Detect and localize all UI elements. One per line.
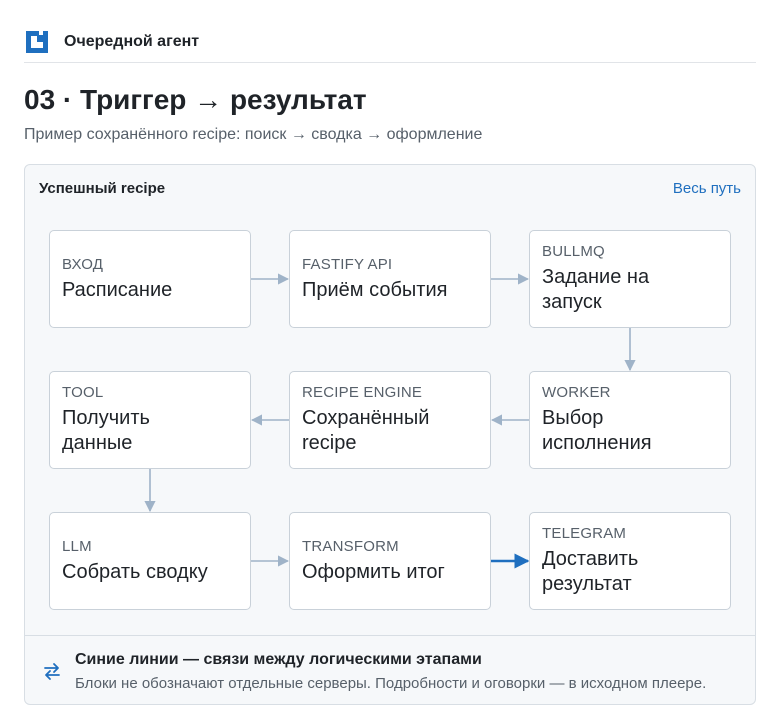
node-bullmq: BULLMQ Задание на запуск — [529, 230, 731, 328]
node-worker: WORKER Выбор исполнения — [529, 371, 731, 469]
node-kicker: FASTIFY API — [302, 255, 393, 273]
node-kicker: ВХОД — [62, 255, 104, 273]
legend-text: Блоки не обозначают отдельные серверы. П… — [75, 675, 707, 692]
node-label: Задание на запуск — [542, 266, 650, 313]
node-label: Расписание — [62, 278, 173, 301]
node-label: Приём события — [302, 278, 448, 301]
node-kicker: TELEGRAM — [542, 525, 627, 542]
panel-title: Успешный recipe — [39, 180, 166, 197]
node-transform: TRANSFORM Оформить итог — [289, 512, 491, 610]
node-fastify: FASTIFY API Приём события — [289, 230, 491, 328]
node-kicker: TOOL — [62, 384, 104, 401]
app-header: Очередной агент — [24, 29, 756, 63]
swap-arrows-icon — [44, 663, 60, 680]
page-title: 03 · Триггер → результат — [24, 84, 367, 115]
node-label: Получить данные — [62, 407, 150, 454]
node-kicker: LLM — [62, 537, 92, 555]
node-label: Собрать сводку — [62, 560, 208, 583]
node-input: ВХОД Расписание — [49, 230, 251, 328]
flow-panel: Успешный recipe Весь путь ВХОД Расписание… — [24, 164, 756, 705]
node-kicker: BULLMQ — [542, 243, 605, 260]
legend-title: Синие линии — связи между логическими эт… — [75, 651, 482, 668]
node-recipe: RECIPE ENGINE Сохранённый recipe — [289, 371, 491, 469]
app-title: Очередной агент — [64, 33, 200, 50]
full-path-link[interactable]: Весь путь — [673, 180, 741, 197]
node-label: Сохранённый recipe — [302, 407, 430, 454]
node-kicker: WORKER — [542, 384, 611, 401]
page-subtitle: Пример сохранённого recipe: поиск → свод… — [24, 126, 483, 143]
node-kicker: TRANSFORM — [302, 537, 399, 555]
node-tool: TOOL Получить данные — [49, 371, 251, 469]
node-telegram: TELEGRAM Доставить результат — [529, 512, 731, 610]
brand-logo-icon — [26, 31, 48, 53]
node-label: Доставить результат — [542, 548, 639, 595]
node-label: Выбор исполнения — [542, 407, 652, 454]
node-kicker: RECIPE ENGINE — [302, 384, 423, 401]
node-llm: LLM Собрать сводку — [49, 512, 251, 610]
node-label: Оформить итог — [302, 560, 445, 583]
legend: Синие линии — связи между логическими эт… — [25, 635, 755, 704]
